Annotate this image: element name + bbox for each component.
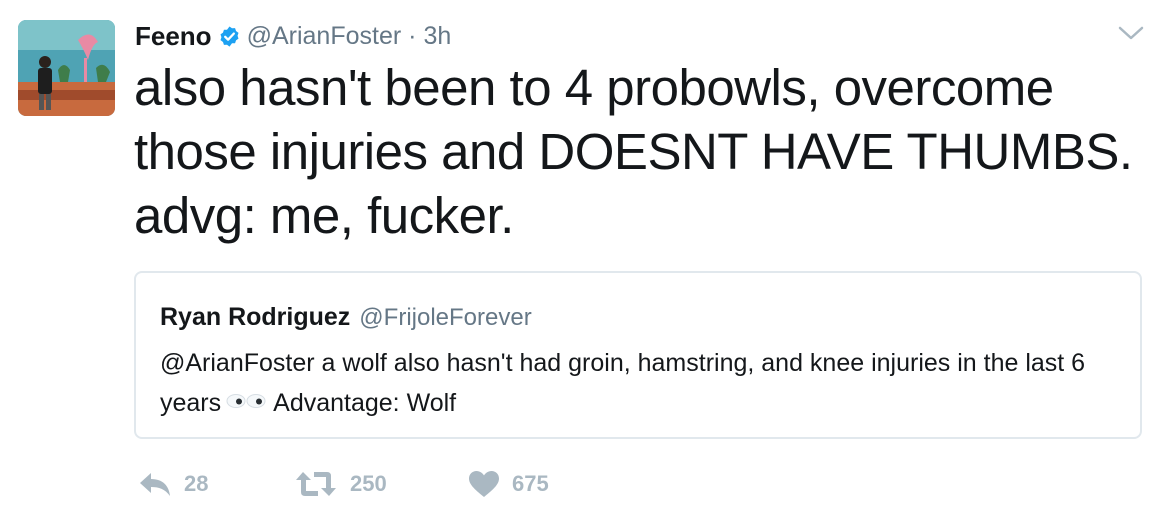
header-separator: · (408, 21, 417, 50)
like-count: 675 (512, 471, 549, 496)
reply-count: 28 (184, 471, 209, 496)
tweet-header: Feeno @ArianFoster · 3h (135, 18, 451, 54)
retweet-icon (296, 472, 336, 496)
reply-button[interactable]: 28 (138, 471, 284, 497)
quoted-tweet[interactable]: Ryan Rodriguez @FrijoleForever @ArianFos… (134, 271, 1142, 439)
quoted-text-end: Advantage: Wolf (273, 389, 457, 417)
heart-icon (469, 471, 499, 497)
verified-badge-icon (220, 25, 239, 47)
author-handle[interactable]: @ArianFoster (247, 22, 402, 51)
tweet-text: also hasn't been to 4 probowls, overcome… (134, 59, 1133, 244)
tweet-actions: 28 250 675 (138, 466, 588, 502)
author-name[interactable]: Feeno (135, 21, 212, 52)
timestamp[interactable]: 3h (424, 22, 452, 51)
retweet-button[interactable]: 250 (294, 470, 468, 498)
avatar-image (18, 20, 115, 116)
chevron-down-icon[interactable] (1118, 24, 1144, 42)
quoted-author-name: Ryan Rodriguez (160, 303, 351, 331)
eyes-emoji-icon (226, 394, 266, 409)
retweet-count: 250 (350, 471, 387, 496)
quoted-tweet-header: Ryan Rodriguez @FrijoleForever (160, 303, 532, 332)
quoted-author-handle: @FrijoleForever (359, 304, 532, 331)
avatar[interactable] (18, 20, 115, 116)
reply-icon (140, 473, 170, 496)
quoted-tweet-text: @ArianFoster a wolf also hasn't had groi… (160, 343, 1120, 423)
like-button[interactable]: 675 (468, 470, 588, 498)
